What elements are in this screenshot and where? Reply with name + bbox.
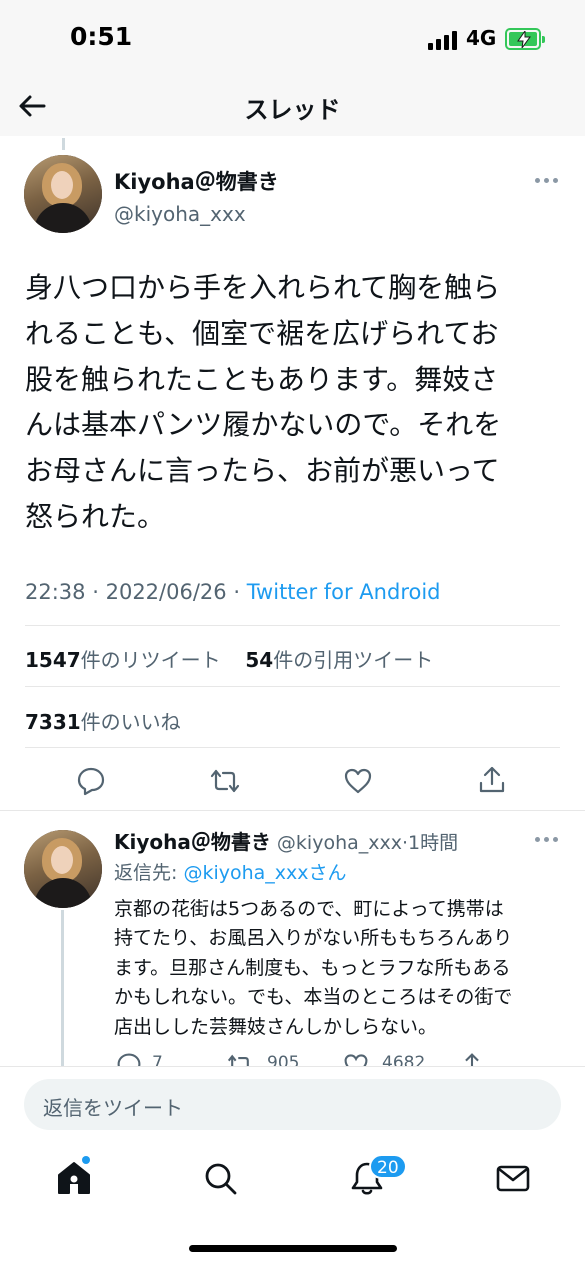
page-title: スレッド <box>244 96 341 124</box>
tweet-time: 22:38 <box>25 580 86 604</box>
messages-envelope-icon[interactable] <box>495 1160 531 1196</box>
reply-time-ago: ·1時間 <box>402 832 459 854</box>
reply-author[interactable]: Kiyoha＠物書き @kiyoha_xxx·1時間 <box>114 826 458 855</box>
quote-count: 54 <box>245 648 274 672</box>
tweet-date: 2022/06/26 <box>105 580 227 604</box>
divider <box>25 747 560 748</box>
reply-author-handle: @kiyoha_xxx <box>276 832 402 854</box>
share-icon[interactable] <box>477 765 507 795</box>
compose-placeholder: 返信をツイート <box>43 1096 183 1120</box>
reply-to-line: 返信先: @kiyoha_xxxさん <box>114 862 347 884</box>
status-time: 0:51 <box>70 22 133 51</box>
main-tweet-author[interactable]: Kiyoha＠物書き @kiyoha_xxx <box>114 166 279 226</box>
notifications-badge: 20 <box>369 1154 407 1179</box>
reply-compose-input[interactable]: 返信をツイート <box>24 1079 561 1130</box>
tweet-source-link[interactable]: Twitter for Android <box>247 580 441 604</box>
nav-bar: スレッド <box>0 78 585 136</box>
reply-avatar[interactable] <box>24 830 102 908</box>
tweet-meta: 22:38 · 2022/06/26 · Twitter for Android <box>25 580 441 604</box>
thread-connector-top <box>62 138 65 150</box>
signal-icon <box>428 30 458 50</box>
status-bar: 0:51 4G <box>0 0 585 78</box>
search-icon[interactable] <box>202 1160 238 1196</box>
divider <box>25 686 560 687</box>
thread-connector <box>61 910 64 1070</box>
like-count: 7331 <box>25 710 81 734</box>
avatar[interactable] <box>24 155 102 233</box>
network-label: 4G <box>466 26 497 50</box>
like-stats[interactable]: 7331件のいいね <box>25 706 181 735</box>
home-unread-dot <box>82 1156 90 1164</box>
divider <box>25 625 560 626</box>
home-icon[interactable] <box>56 1160 92 1196</box>
main-tweet-text: 身八つ口から手を入れられて胸を触ら れることも、個室で裾を広げられてお 股を触ら… <box>25 271 502 533</box>
battery-icon <box>505 28 545 50</box>
home-indicator[interactable] <box>189 1245 397 1252</box>
reply-more-options-icon[interactable] <box>535 835 559 843</box>
author-name: Kiyoha＠物書き <box>114 170 279 194</box>
tweet-separator <box>0 810 585 811</box>
retweet-icon[interactable] <box>210 766 240 796</box>
retweet-stats[interactable]: 1547件のリツイート 54件の引用ツイート <box>25 644 433 673</box>
reply-tweet-text: 京都の花街は5つあるので、町によって携帯は 持てたり、お風呂入りがない所ももちろ… <box>114 898 513 1038</box>
author-handle: @kiyoha_xxx <box>114 202 246 226</box>
reply-icon[interactable] <box>76 766 106 796</box>
reply-to-link[interactable]: @kiyoha_xxxさん <box>183 862 346 884</box>
retweet-count: 1547 <box>25 648 81 672</box>
more-options-icon[interactable] <box>535 176 559 184</box>
like-heart-icon[interactable] <box>343 766 373 796</box>
reply-author-name: Kiyoha＠物書き <box>114 830 271 854</box>
